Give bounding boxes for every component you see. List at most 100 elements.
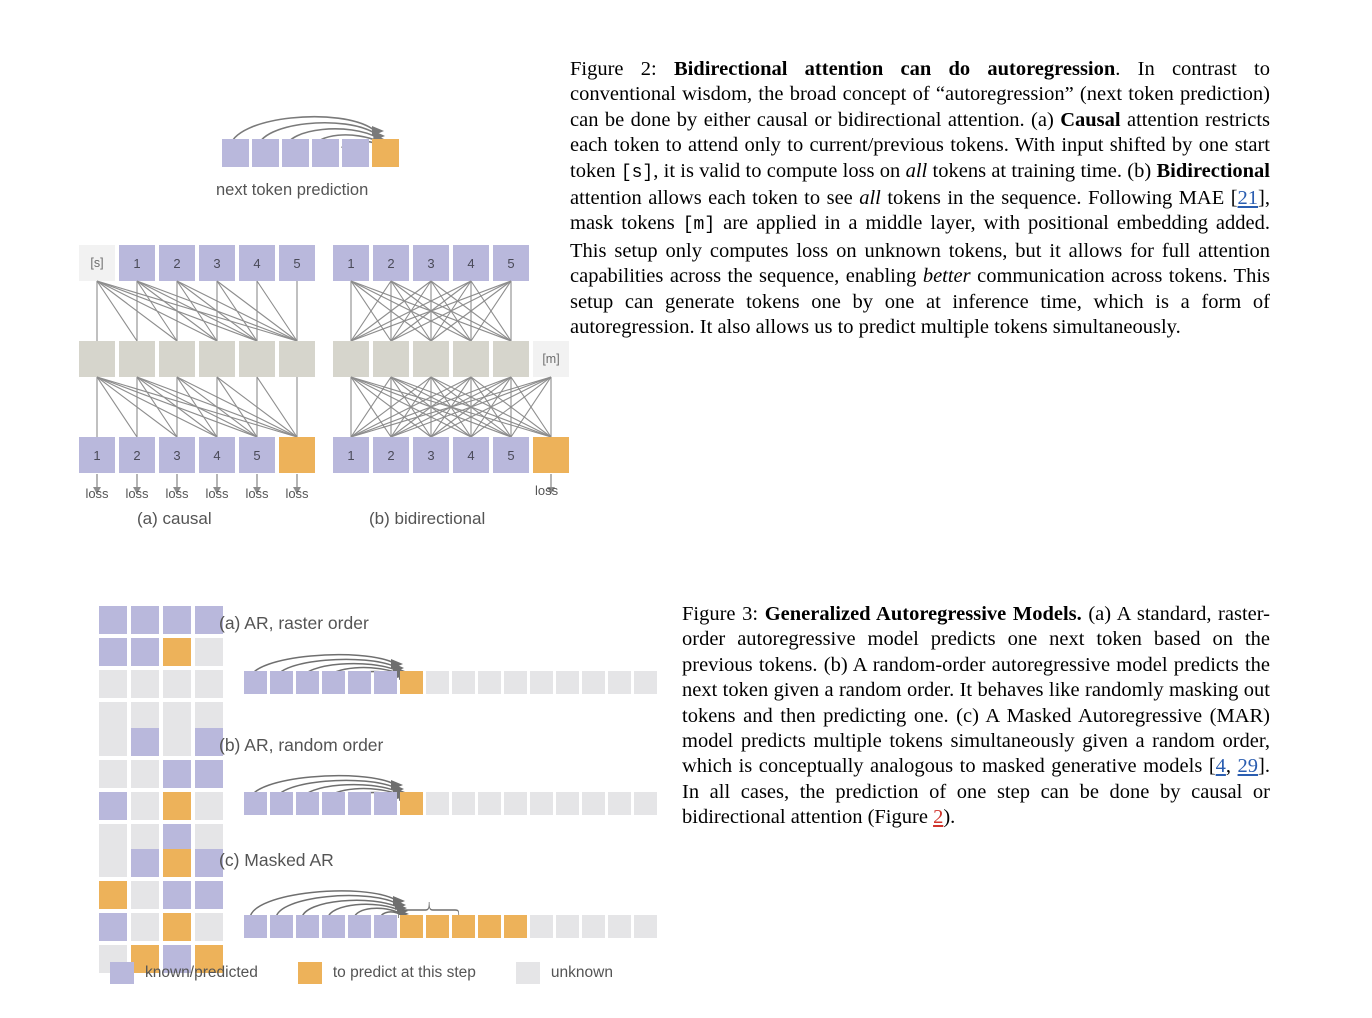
paper-page: next token prediction [s] 1 2 3 4 5 1 2 … [0,0,1372,1018]
figure2-bold-causal: Causal [1060,108,1121,131]
mask-token-code: [m] [682,215,716,236]
grid-cell [195,792,223,820]
token-box: 5 [493,437,529,473]
token-box [270,792,293,815]
token-box [374,915,397,938]
token-box: 2 [119,437,155,473]
bidirectional-middle-row: [m] [333,341,569,377]
grid-cell [99,913,127,941]
token-box: 2 [159,245,195,281]
token-box-unknown [452,792,475,815]
token-box [348,915,371,938]
grid-cell [131,728,159,756]
token-box: 3 [199,245,235,281]
random-order-grid [99,728,223,852]
token-box [348,792,371,815]
token-box [348,671,371,694]
figure2-body-5: attention allows each token to see [570,187,860,210]
causal-attention-upper [96,280,298,342]
grid-cell [131,760,159,788]
grid-cell [131,824,159,852]
token-box: 1 [333,245,369,281]
causal-panel-label: (a) causal [137,509,212,528]
raster-order-sequence [244,671,657,694]
grid-cell [195,913,223,941]
figure2-body-4: tokens at training time. (b) [927,159,1157,182]
token-box [322,671,345,694]
raster-order-grid [99,606,223,730]
token-box [374,792,397,815]
token-box-unknown [530,792,553,815]
bidirectional-output-row: 1 2 3 4 5 [333,437,569,473]
token-box [244,671,267,694]
token-box-predict [372,139,399,167]
token-box-unknown [530,671,553,694]
token-box-predict [400,915,423,938]
citation-figure-2[interactable]: 2 [933,806,943,828]
token-box [374,671,397,694]
grid-cell [163,702,191,730]
grid-cell [99,670,127,698]
masked-ar-arrows [249,890,460,919]
grid-cell [99,638,127,666]
hidden-box [453,341,489,377]
token-box-predict [426,915,449,938]
citation-29[interactable]: 29 [1238,755,1259,777]
token-box: 4 [239,245,275,281]
hidden-box [413,341,449,377]
citation-21[interactable]: 21 [1238,187,1259,209]
token-box [296,915,319,938]
token-box-unknown [582,792,605,815]
figure2-title: Bidirectional attention can do autoregre… [673,58,1116,80]
grid-cell [131,881,159,909]
token-box [322,792,345,815]
grid-cell-predict [99,881,127,909]
grid-cell [195,670,223,698]
token-box [252,139,279,167]
token-box-unknown [504,792,527,815]
legend-label-known: known/predicted [145,964,258,981]
token-box: 3 [413,245,449,281]
token-box: 5 [239,437,275,473]
citation-4[interactable]: 4 [1216,755,1226,777]
grid-cell-predict [163,913,191,941]
token-box: 1 [119,245,155,281]
token-box-unknown [608,915,631,938]
grid-cell [99,606,127,634]
figure2-caption: Figure 2: Bidirectional attention can do… [570,57,1270,340]
figure3-legend: known/predicted to predict at this step … [110,962,653,984]
grid-cell [131,702,159,730]
token-box [270,915,293,938]
grid-cell [195,760,223,788]
masked-ar-sequence [244,915,657,938]
token-box: 4 [453,245,489,281]
figure3-panel-a-label: (a) AR, raster order [219,613,369,633]
figure3-panel-b-label: (b) AR, random order [219,735,384,755]
figure3-caption: Figure 3: Generalized Autoregressive Mod… [682,602,1270,831]
token-box-unknown [608,671,631,694]
token-box-unknown [452,671,475,694]
grid-cell [195,638,223,666]
bidirectional-input-row: 1 2 3 4 5 [333,245,529,281]
token-box: 2 [373,245,409,281]
loss-label: loss [85,485,109,501]
figure2-italic-all-2: all [859,187,881,210]
token-box-unknown [634,671,657,694]
grid-cell-predict [163,638,191,666]
start-token-code: [s] [620,162,654,183]
grid-cell [99,728,127,756]
token-box-unknown [426,792,449,815]
token-box-unknown [582,671,605,694]
figure3-body-2: , [1225,755,1238,778]
causal-loss-labels: loss loss loss loss loss loss [79,483,315,503]
token-box-unknown [556,671,579,694]
random-order-sequence [244,792,657,815]
token-box: 5 [493,245,529,281]
hidden-box [79,341,115,377]
figure2-italic-better: better [922,265,971,288]
token-box: 4 [453,437,489,473]
grid-cell-predict [163,849,191,877]
hidden-box [159,341,195,377]
figure2-number: Figure 2: [570,58,657,80]
token-box [296,792,319,815]
